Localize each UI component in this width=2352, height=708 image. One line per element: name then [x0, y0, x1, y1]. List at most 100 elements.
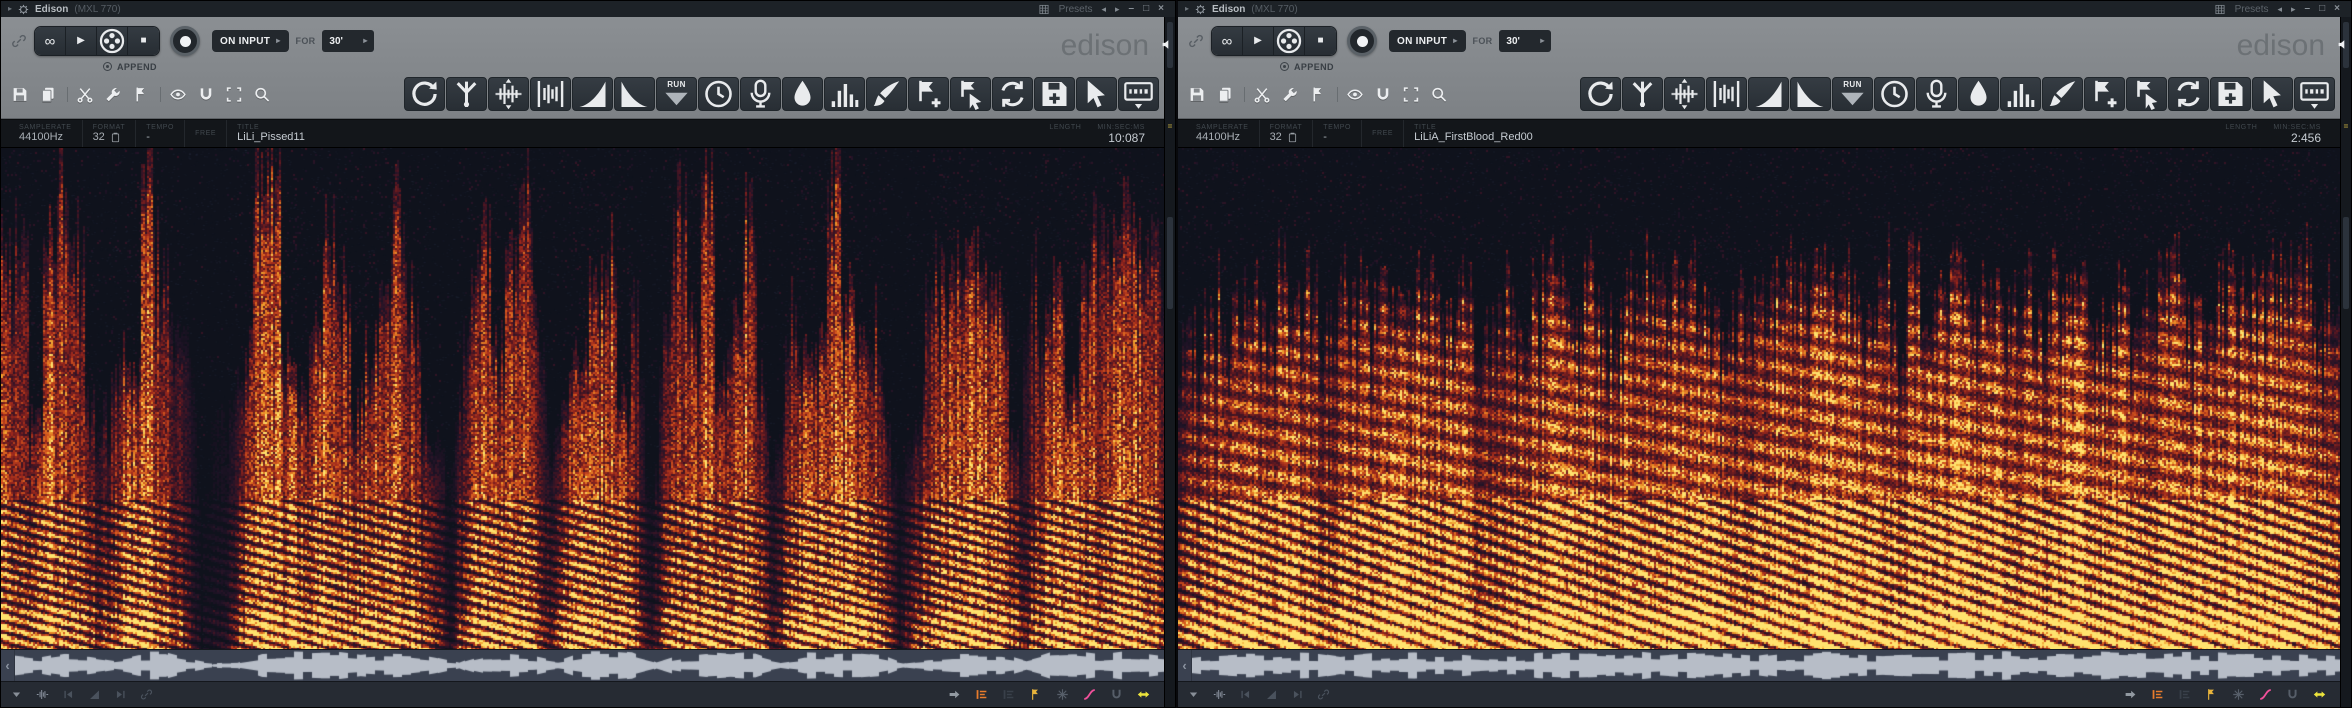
close-button[interactable]: ×	[2334, 4, 2340, 14]
select-button[interactable]	[225, 86, 243, 103]
copy-button[interactable]	[39, 86, 57, 103]
gear-icon[interactable]	[18, 4, 29, 15]
minimize-button[interactable]: –	[2305, 4, 2311, 14]
minimize-button[interactable]: –	[1129, 4, 1135, 14]
format-type-icon[interactable]	[1287, 132, 1298, 143]
close-button[interactable]: ×	[1158, 4, 1164, 14]
brush-button[interactable]	[866, 77, 907, 111]
save-new-button[interactable]	[1034, 77, 1075, 111]
fade-in-button[interactable]	[1748, 77, 1789, 111]
scrollbar-handle[interactable]	[1167, 217, 1173, 309]
title-field[interactable]: TITLE LiLiA_FirstBlood_Red00	[1403, 120, 2215, 147]
duration-select[interactable]: 30'▸	[322, 30, 374, 52]
wrench-button[interactable]	[1281, 86, 1299, 103]
cursor-drag-button[interactable]	[1076, 77, 1117, 111]
scroll-left-button[interactable]: ‹	[1, 650, 15, 681]
spectrogram-display[interactable]	[1, 148, 1175, 649]
view-fit-button[interactable]	[2294, 77, 2335, 111]
right-scrollbar[interactable]: =	[2340, 17, 2351, 707]
stretch-arrows-button[interactable]	[2312, 688, 2327, 701]
grid-icon[interactable]	[2214, 4, 2226, 15]
cursor-drag-button[interactable]	[2252, 77, 2293, 111]
scroll-left-button[interactable]: ‹	[1178, 650, 1192, 681]
stretch-arrows-button[interactable]	[1136, 688, 1151, 701]
marker-add-button[interactable]	[908, 77, 949, 111]
snap-prev-button[interactable]	[1238, 688, 1253, 701]
record-button[interactable]	[1347, 26, 1377, 56]
copy-button[interactable]	[1216, 86, 1234, 103]
collapse-chevron-icon[interactable]: ▸	[8, 5, 12, 13]
levels-dim-button[interactable]	[2177, 688, 2192, 701]
eq-bars-button[interactable]	[824, 77, 865, 111]
record-button[interactable]	[170, 26, 200, 56]
append-toggle[interactable]: APPEND	[1280, 60, 2335, 73]
zoom-search-button[interactable]	[1430, 86, 1448, 103]
save-button[interactable]	[1188, 86, 1206, 103]
link-chain-button[interactable]	[139, 688, 154, 701]
resample-button[interactable]	[992, 77, 1033, 111]
mic-button[interactable]	[740, 77, 781, 111]
smooth-curve-button[interactable]	[2258, 688, 2273, 701]
arrow-send-button[interactable]	[2123, 688, 2138, 701]
clock-button[interactable]	[698, 77, 739, 111]
dropdown-arrow-button[interactable]	[9, 688, 24, 701]
stop-button[interactable]: ■	[1305, 27, 1336, 55]
claw-button[interactable]	[446, 77, 487, 111]
arrow-send-button[interactable]	[947, 688, 962, 701]
normalize-button[interactable]	[1664, 77, 1705, 111]
marker-add-button[interactable]	[2084, 77, 2125, 111]
presets-prev-button[interactable]: ◂	[2277, 5, 2282, 14]
smooth-curve-button[interactable]	[1082, 688, 1097, 701]
marker-select-button[interactable]	[950, 77, 991, 111]
play-button[interactable]: ▶	[66, 27, 97, 55]
magnet-snap-button[interactable]	[1109, 688, 1124, 701]
freeze-button[interactable]	[2231, 688, 2246, 701]
waveform-overview[interactable]	[15, 650, 1175, 681]
maximize-button[interactable]: □	[2319, 4, 2325, 14]
loop-button[interactable]: ∞	[1212, 27, 1243, 55]
speaker-icon[interactable]	[2337, 38, 2350, 51]
speaker-icon[interactable]	[1161, 38, 1174, 51]
presets-next-button[interactable]: ▸	[2291, 5, 2296, 14]
magnet-snap-button[interactable]	[2285, 688, 2300, 701]
freeze-button[interactable]	[1055, 688, 1070, 701]
claw-button[interactable]	[1622, 77, 1663, 111]
append-toggle[interactable]: APPEND	[103, 60, 1159, 73]
reverse-button[interactable]	[1580, 77, 1621, 111]
mic-button[interactable]	[1916, 77, 1957, 111]
right-scrollbar[interactable]: =	[1164, 17, 1175, 707]
stop-button[interactable]: ■	[128, 27, 159, 55]
eye-button[interactable]	[1346, 86, 1364, 103]
collapse-chevron-icon[interactable]: ▸	[1185, 5, 1189, 13]
record-trigger-select[interactable]: ON INPUT▸	[212, 30, 289, 52]
save-new-button[interactable]	[2210, 77, 2251, 111]
duration-select[interactable]: 30'▸	[1499, 30, 1551, 52]
snap-prev-button[interactable]	[61, 688, 76, 701]
scissors-button[interactable]	[1253, 86, 1271, 103]
marker-button[interactable]	[132, 86, 150, 103]
play-button[interactable]: ▶	[1243, 27, 1274, 55]
trim-button[interactable]	[530, 77, 571, 111]
four-dot-button[interactable]	[97, 27, 128, 55]
fade-tool-button[interactable]	[87, 688, 102, 701]
brush-button[interactable]	[2042, 77, 2083, 111]
link-icon[interactable]	[11, 33, 27, 49]
loop-button[interactable]: ∞	[35, 27, 66, 55]
spectrogram-display[interactable]	[1178, 148, 2351, 649]
fade-tool-button[interactable]	[1264, 688, 1279, 701]
presets-prev-button[interactable]: ◂	[1101, 5, 1106, 14]
droplet-button[interactable]	[782, 77, 823, 111]
magnet-button[interactable]	[1374, 86, 1392, 103]
wrench-button[interactable]	[104, 86, 122, 103]
link-chain-button[interactable]	[1316, 688, 1331, 701]
eq-bars-button[interactable]	[2000, 77, 2041, 111]
maximize-button[interactable]: □	[1143, 4, 1149, 14]
droplet-button[interactable]	[1958, 77, 1999, 111]
zoom-search-button[interactable]	[253, 86, 271, 103]
wave-edit-button[interactable]	[35, 688, 50, 701]
marker-flag-button[interactable]	[2204, 688, 2219, 701]
title-field[interactable]: TITLE LiLi_Pissed11	[226, 120, 1039, 147]
waveform-overview[interactable]	[1192, 650, 2351, 681]
fade-in-button[interactable]	[572, 77, 613, 111]
format-type-icon[interactable]	[110, 132, 121, 143]
